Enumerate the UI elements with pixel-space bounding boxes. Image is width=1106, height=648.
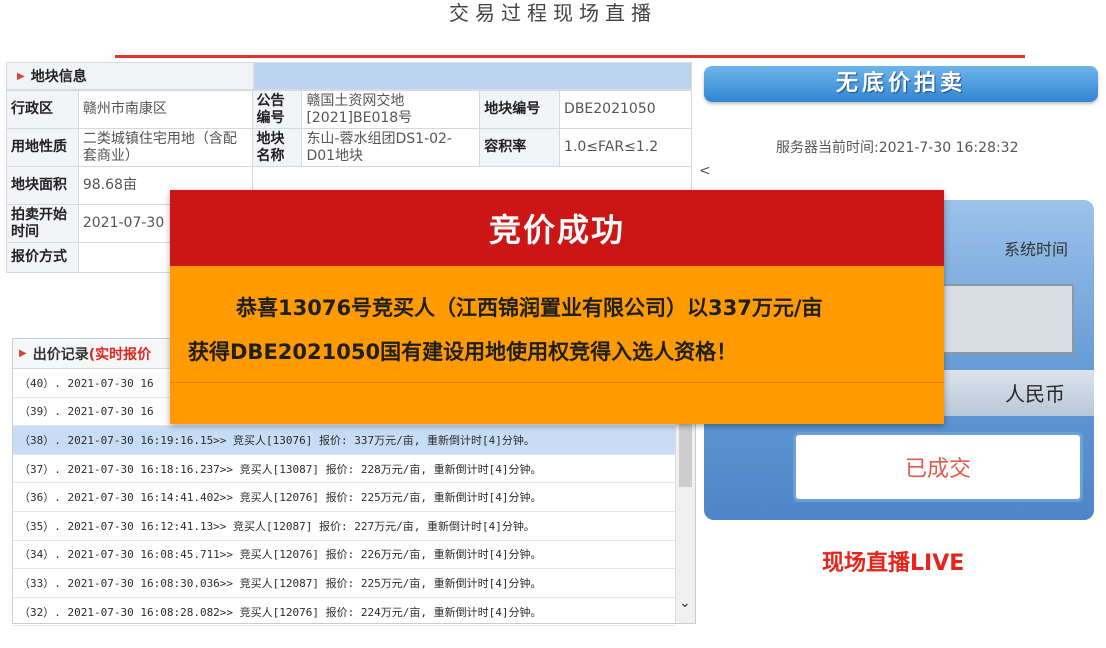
parcel-info-title: 地块信息: [30, 69, 87, 85]
list-item[interactable]: （32）. 2021-07-30 16:08:28.082>> 竞买人[1207…: [13, 598, 675, 627]
dialog-body: 恭喜13076号竞买人（江西锦润置业有限公司）以337万元/亩 获得DBE202…: [170, 266, 944, 424]
triangle-right-icon: ▶: [19, 348, 27, 359]
land-use-value: 二类城镇住宅用地（含配套商业）: [77, 128, 253, 167]
dialog-message-line-1: 恭喜13076号竞买人（江西锦润置业有限公司）以337万元/亩: [236, 296, 823, 320]
table-row: 用地性质 二类城镇住宅用地（含配套商业） 地块名称 东山-蓉水组团DS1-02-…: [6, 128, 692, 167]
list-item[interactable]: （35）. 2021-07-30 16:12:41.13>> 竞买人[12087…: [13, 512, 675, 541]
bid-records-title: 出价记录: [32, 346, 89, 363]
auction-type-banner: 无底价拍卖: [704, 66, 1098, 102]
deal-status-text: 已成交: [904, 457, 971, 482]
page-title: 交易过程现场直播: [449, 1, 657, 25]
parcel-info-header-bar: [254, 62, 692, 90]
live-broadcast-label: 现场直播LIVE: [822, 551, 965, 576]
dialog-title: 竞价成功: [170, 190, 944, 266]
land-use-label: 用地性质: [6, 128, 79, 167]
bid-success-dialog: 竞价成功 恭喜13076号竞买人（江西锦润置业有限公司）以337万元/亩 获得D…: [170, 190, 944, 424]
server-time: 服务器当前时间:2021-7-30 16:28:32: [776, 140, 1019, 156]
quote-method-label: 报价方式: [6, 242, 79, 273]
far-label: 容积率: [479, 128, 561, 167]
parcel-name-value: 东山-蓉水组团DS1-02-D01地块: [301, 128, 481, 167]
parcel-name-label: 地块名称: [251, 128, 303, 167]
dialog-message-line-2: 获得DBE2021050国有建设用地使用权竞得入选人资格！: [188, 340, 738, 364]
system-time-display: [930, 284, 1074, 354]
left-angle-glyph: <: [699, 163, 711, 179]
currency-label: 人民币: [1005, 382, 1065, 406]
list-item[interactable]: （33）. 2021-07-30 16:08:30.036>> 竞买人[1208…: [13, 569, 675, 598]
list-item[interactable]: （36）. 2021-07-30 16:14:41.402>> 竞买人[1207…: [13, 483, 675, 512]
notice-no-label: 公告编号: [251, 90, 303, 129]
deal-status: 已成交: [793, 432, 1083, 502]
dialog-divider: [170, 382, 944, 383]
list-item[interactable]: （34）. 2021-07-30 16:08:45.711>> 竞买人[1207…: [13, 541, 675, 570]
system-time-label: 系统时间: [1004, 240, 1069, 259]
chevron-down-icon[interactable]: ⌄: [679, 595, 691, 611]
title-divider: [115, 55, 1025, 58]
far-value: 1.0≤FAR≤1.2: [559, 128, 692, 167]
parcel-no-label: 地块编号: [479, 90, 561, 129]
list-item[interactable]: （38）. 2021-07-30 16:19:16.15>> 竞买人[13076…: [13, 426, 675, 455]
parcel-no-value: DBE2021050: [559, 90, 692, 129]
parcel-info-header: ▶ 地块信息: [6, 62, 254, 90]
triangle-right-icon: ▶: [17, 70, 25, 82]
notice-no-value: 赣国土资网交地[2021]BE018号: [301, 90, 481, 129]
start-time-label: 拍卖开始时间: [6, 204, 79, 243]
list-item[interactable]: （37）. 2021-07-30 16:18:16.237>> 竞买人[1308…: [13, 455, 675, 484]
district-value: 赣州市南康区: [77, 90, 253, 129]
district-label: 行政区: [6, 90, 79, 129]
table-row: 行政区 赣州市南康区 公告编号 赣国土资网交地[2021]BE018号 地块编号…: [6, 90, 692, 129]
bid-records-note: (实时报价: [88, 346, 152, 363]
area-label: 地块面积: [6, 166, 79, 205]
